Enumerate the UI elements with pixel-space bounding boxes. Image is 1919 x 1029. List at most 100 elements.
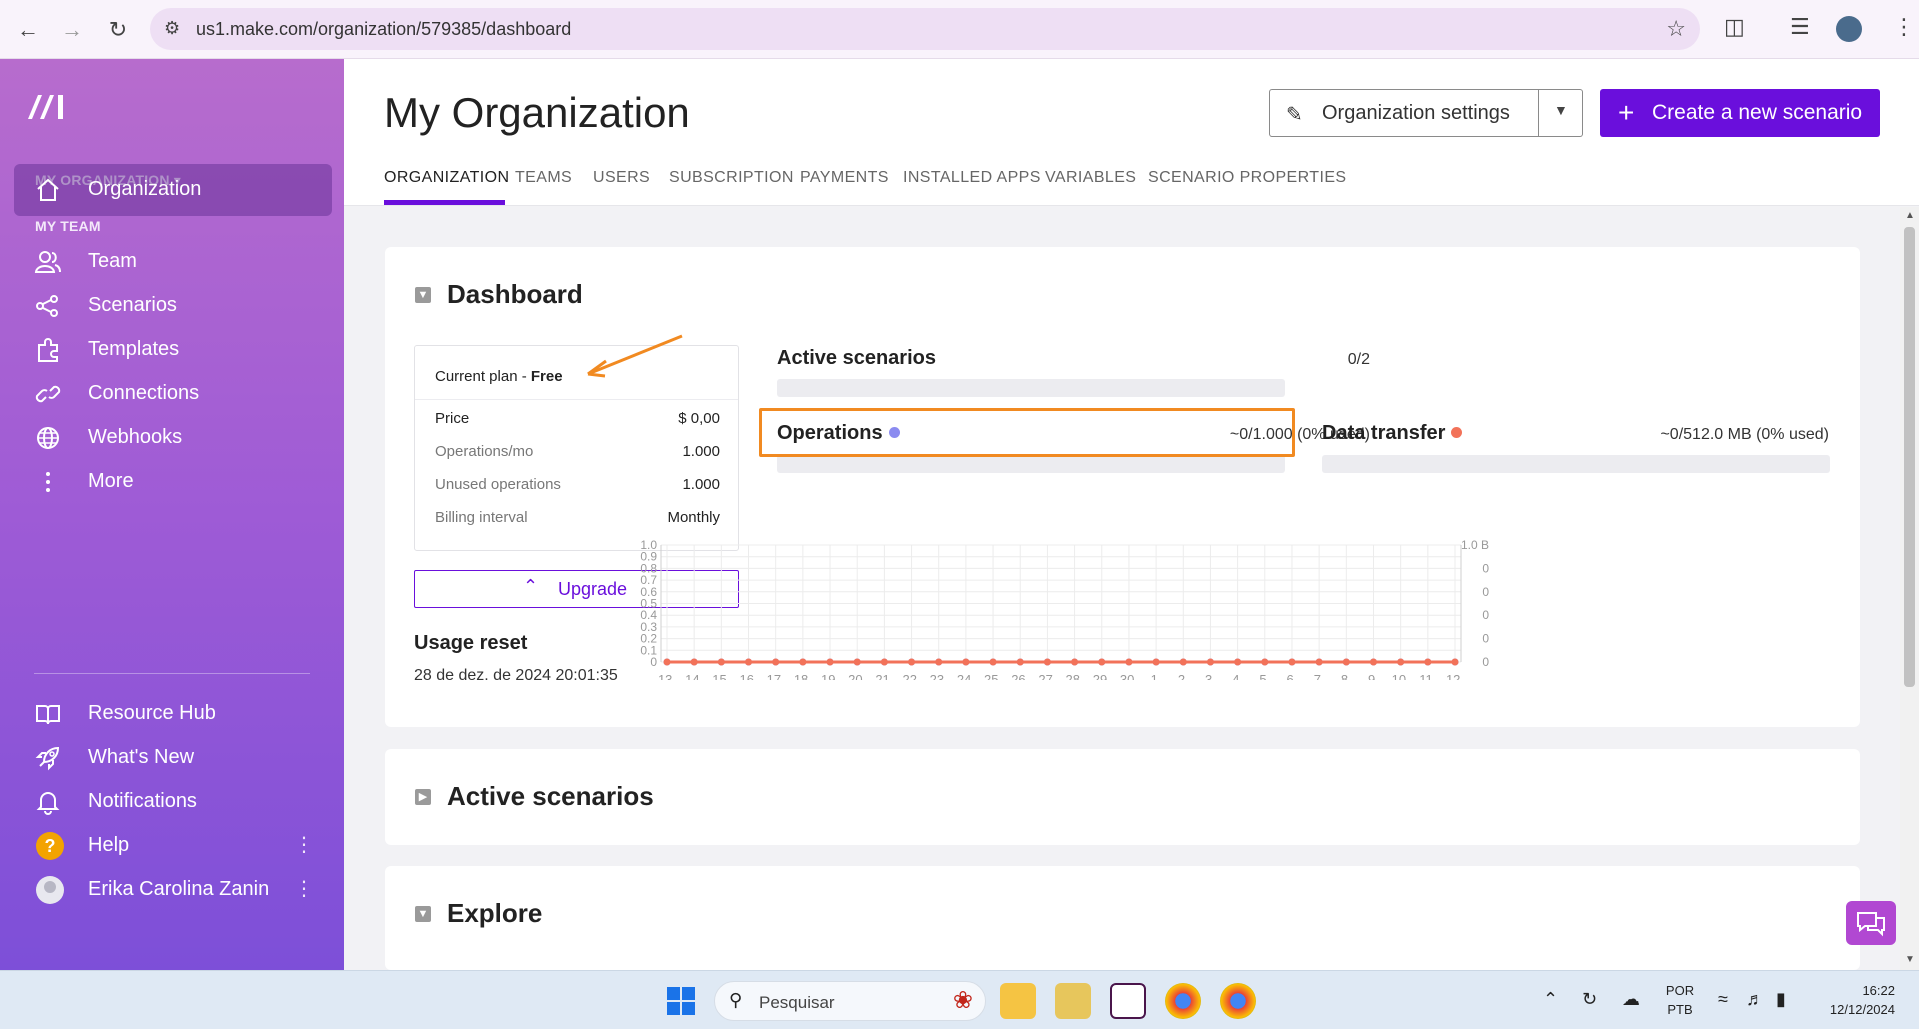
x-tick-label: 22. (903, 672, 921, 680)
y2-tick-label: 1.0 B (1461, 538, 1489, 552)
create-scenario-button[interactable]: + Create a new scenario (1600, 89, 1880, 137)
x-tick-label: 8. (1341, 672, 1352, 680)
operations-bar (777, 455, 1285, 473)
sidebar-item-organization[interactable]: Organization (14, 164, 332, 216)
users-icon (34, 251, 61, 273)
sidebar-item-label: Webhooks (88, 426, 183, 448)
sidebar-item-label: Templates (88, 338, 180, 360)
taskbar-search-label: Pesquisar (759, 993, 835, 1012)
help-icon: ? (36, 832, 64, 860)
data-point (1369, 658, 1377, 666)
battery-icon[interactable]: ▮ (1776, 989, 1786, 1010)
sidebar-item-label: Scenarios (88, 294, 177, 316)
data-point (1315, 658, 1323, 666)
operations-highlight-box (759, 408, 1295, 457)
x-tick-label: 3. (1205, 672, 1216, 680)
snipping-tool-icon[interactable] (1055, 983, 1091, 1019)
active-scenarios-card: ▶ Active scenarios (385, 749, 1860, 845)
make-logo[interactable] (26, 91, 72, 121)
x-tick-label: 29. (1093, 672, 1111, 680)
data-point (1071, 658, 1079, 666)
taskbar-search[interactable]: ⚲ Pesquisar ❀ (714, 981, 986, 1021)
scroll-down-icon[interactable]: ▼ (1905, 954, 1915, 965)
data-transfer-bar (1322, 455, 1830, 473)
sidebar-item-label: Notifications (88, 790, 197, 812)
x-tick-label: 5. (1259, 672, 1270, 680)
x-tick-label: 21. (875, 672, 893, 680)
collapse-icon[interactable]: ▼ (415, 906, 431, 922)
collapse-icon[interactable]: ▼ (415, 287, 431, 303)
chat-support-button[interactable] (1846, 901, 1896, 945)
sidebar-divider (34, 673, 310, 674)
page-scrollbar[interactable]: ▲ ▼ (1900, 207, 1919, 970)
tab-teams[interactable]: TEAMS (515, 169, 572, 187)
data-point (663, 658, 671, 666)
url-text[interactable]: us1.make.com/organization/579385/dashboa… (196, 19, 571, 40)
forward-icon[interactable]: → (58, 16, 86, 44)
y2-tick-label: 0 (1482, 608, 1489, 622)
tab-users[interactable]: USERS (593, 169, 650, 187)
volume-icon[interactable]: ♬ (1746, 989, 1764, 1010)
y2-tick-label: 0 (1482, 632, 1489, 646)
language-indicator[interactable]: POR PTB (1660, 983, 1700, 1017)
data-transfer-label: Data transfer (1322, 422, 1463, 445)
user-more-icon[interactable]: ⋮ (294, 876, 314, 901)
back-icon[interactable]: ← (14, 16, 42, 44)
tab-installed-apps[interactable]: INSTALLED APPS (903, 169, 1041, 187)
x-tick-label: 1. (1151, 672, 1162, 680)
tab-payments[interactable]: PAYMENTS (800, 169, 889, 187)
bell-icon (36, 792, 60, 815)
clock[interactable]: 16:22 12/12/2024 (1815, 983, 1895, 1017)
media-control-icon[interactable]: ☰ (1790, 14, 1810, 40)
bookmark-star-icon[interactable]: ☆ (1666, 16, 1686, 42)
chrome-profile-icon[interactable] (1165, 983, 1201, 1019)
slack-icon[interactable] (1110, 983, 1146, 1019)
poinsettia-icon: ❀ (952, 987, 973, 1014)
tab-subscription[interactable]: SUBSCRIPTION (669, 169, 794, 187)
sidebar-item-label: Help (88, 834, 130, 856)
profile-avatar[interactable] (1836, 16, 1862, 42)
sidebar-item-label: Connections (88, 382, 200, 404)
data-point (1016, 658, 1024, 666)
data-transfer-value: ~0/512.0 MB (0% used) (1660, 426, 1829, 443)
show-hidden-icons[interactable]: ⌃ (1543, 989, 1558, 1010)
sidebar-item-label: Resource Hub (88, 702, 216, 724)
x-tick-label: 26. (1011, 672, 1029, 680)
file-explorer-icon[interactable] (1000, 983, 1036, 1019)
page-header: My Organization ✎ Organization settings … (344, 59, 1919, 206)
sync-icon[interactable]: ↻ (1582, 989, 1597, 1010)
tab-organization[interactable]: ORGANIZATION (384, 169, 509, 187)
data-point (717, 658, 725, 666)
cloud-off-icon[interactable]: ☁ (1622, 989, 1640, 1010)
data-point (1206, 658, 1214, 666)
organization-settings-button[interactable]: ✎ Organization settings (1269, 89, 1539, 137)
windows-start-icon[interactable] (666, 986, 696, 1016)
address-bar[interactable]: ⚙ us1.make.com/organization/579385/dashb… (150, 8, 1700, 50)
scroll-thumb[interactable] (1904, 227, 1915, 687)
tab-scenario-properties[interactable]: SCENARIO PROPERTIES (1148, 169, 1346, 187)
expand-icon[interactable]: ▶ (415, 789, 431, 805)
avatar (36, 876, 64, 904)
help-more-icon[interactable]: ⋮ (294, 832, 314, 857)
puzzle-icon (38, 338, 58, 362)
x-tick-label: 18. (794, 672, 812, 680)
site-settings-icon[interactable]: ⚙ (164, 18, 180, 39)
data-point (826, 658, 834, 666)
scroll-up-icon[interactable]: ▲ (1905, 210, 1915, 221)
explore-card: ▼ Explore (385, 866, 1860, 970)
browser-menu-icon[interactable]: ⋮ (1893, 14, 1915, 40)
chrome-icon[interactable] (1220, 983, 1256, 1019)
x-tick-label: 13. (658, 672, 676, 680)
create-scenario-label: Create a new scenario (1652, 101, 1863, 124)
sidebar-item-user[interactable]: Erika Carolina Zanin ⋮ (14, 864, 332, 916)
settings-dropdown-button[interactable]: ▼ (1539, 89, 1583, 137)
y2-tick-label: 0 (1482, 561, 1489, 575)
sidebar-item-more[interactable]: More (14, 456, 332, 508)
data-point (1179, 658, 1187, 666)
data-point (1342, 658, 1350, 666)
extensions-icon[interactable]: ◫ (1724, 14, 1745, 40)
x-tick-label: 12. (1446, 672, 1464, 680)
tab-variables[interactable]: VARIABLES (1045, 169, 1136, 187)
reload-icon[interactable]: ↻ (104, 16, 132, 44)
wifi-icon[interactable]: ≈ (1718, 989, 1728, 1010)
